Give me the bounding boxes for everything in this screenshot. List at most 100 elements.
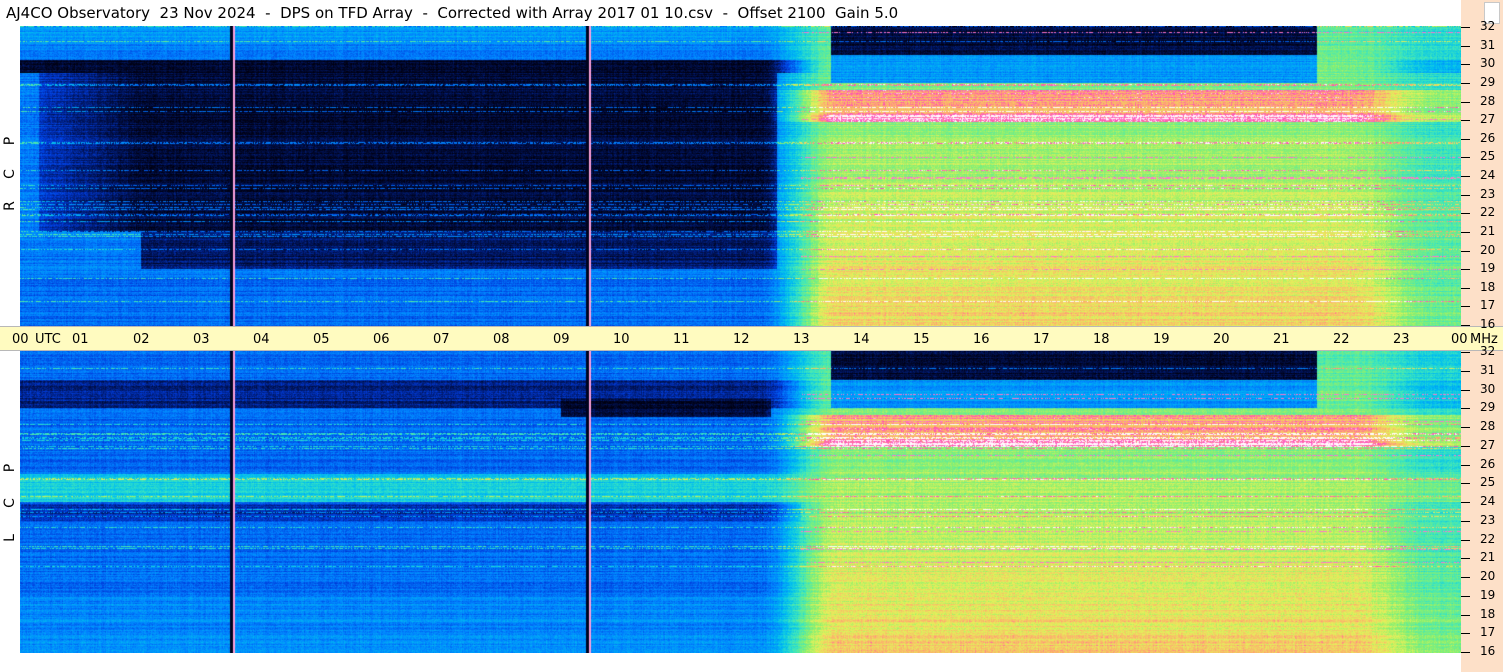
utc-time-axis: 00 UTC 01 02 03 04 05 06 07 08 09 10 11 … bbox=[0, 326, 1503, 351]
rcp-freq-tick-label: 24 bbox=[1480, 168, 1496, 182]
lcp-freq-tick bbox=[1461, 540, 1470, 541]
title-bar: AJ4CO Observatory 23 Nov 2024 - DPS on T… bbox=[0, 0, 1461, 27]
rcp-freq-tick-label: 17 bbox=[1480, 298, 1496, 312]
rcp-freq-tick-label: 25 bbox=[1480, 149, 1496, 163]
time-tick-label: 01 bbox=[72, 332, 89, 347]
lcp-freq-tick bbox=[1461, 465, 1470, 466]
lcp-freq-tick-label: 18 bbox=[1480, 607, 1496, 621]
rcp-freq-tick-label: 32 bbox=[1480, 19, 1496, 33]
lcp-freq-tick-label: 19 bbox=[1480, 588, 1496, 602]
lcp-letter-c: C bbox=[2, 498, 18, 508]
rcp-letter-c: C bbox=[2, 169, 18, 179]
rcp-freq-tick bbox=[1461, 232, 1470, 233]
time-tick-label: 13 bbox=[793, 332, 810, 347]
rcp-spectrogram bbox=[20, 26, 1461, 326]
rcp-freq-tick bbox=[1461, 306, 1470, 307]
rcp-freq-tick bbox=[1461, 176, 1470, 177]
rcp-freq-tick bbox=[1461, 27, 1470, 28]
rcp-freq-tick bbox=[1461, 46, 1470, 47]
lcp-freq-tick-label: 16 bbox=[1480, 644, 1496, 658]
rcp-freq-tick-label: 18 bbox=[1480, 280, 1496, 294]
lcp-freq-tick-label: 30 bbox=[1480, 382, 1496, 396]
rcp-freq-tick bbox=[1461, 139, 1470, 140]
rcp-freq-tick bbox=[1461, 269, 1470, 270]
rcp-freq-tick-label: 27 bbox=[1480, 112, 1496, 126]
rcp-freq-tick-label: 26 bbox=[1480, 131, 1496, 145]
rcp-freq-tick-label: 23 bbox=[1480, 187, 1496, 201]
rcp-freq-tick bbox=[1461, 325, 1470, 326]
lcp-freq-tick-label: 24 bbox=[1480, 494, 1496, 508]
time-tick-label: 18 bbox=[1093, 332, 1110, 347]
page-title: AJ4CO Observatory 23 Nov 2024 - DPS on T… bbox=[6, 4, 899, 22]
lcp-freq-tick-label: 23 bbox=[1480, 513, 1496, 527]
rcp-freq-tick bbox=[1461, 251, 1470, 252]
rcp-freq-tick bbox=[1461, 64, 1470, 65]
lcp-freq-tick-label: 32 bbox=[1480, 344, 1496, 358]
lcp-freq-tick bbox=[1461, 633, 1470, 634]
time-tick-label: 12 bbox=[733, 332, 750, 347]
time-tick-label: 00 bbox=[12, 332, 29, 347]
lcp-freq-tick-label: 22 bbox=[1480, 532, 1496, 546]
lcp-freq-tick bbox=[1461, 615, 1470, 616]
lcp-freq-tick-label: 21 bbox=[1480, 550, 1496, 564]
lcp-freq-tick bbox=[1461, 427, 1470, 428]
time-tick-label: 07 bbox=[433, 332, 450, 347]
lcp-letter-p: P bbox=[2, 463, 18, 473]
time-tick-label: 15 bbox=[913, 332, 930, 347]
time-tick-label: 23 bbox=[1393, 332, 1410, 347]
lcp-freq-tick-label: 20 bbox=[1480, 569, 1496, 583]
time-tick-label: 14 bbox=[853, 332, 870, 347]
rcp-freq-tick bbox=[1461, 213, 1470, 214]
rcp-freq-tick-label: 22 bbox=[1480, 205, 1496, 219]
lcp-freq-tick-label: 27 bbox=[1480, 438, 1496, 452]
lcp-spectrogram bbox=[20, 351, 1461, 653]
rcp-freq-tick bbox=[1461, 157, 1470, 158]
rcp-freq-tick bbox=[1461, 195, 1470, 196]
lcp-freq-tick bbox=[1461, 371, 1470, 372]
lcp-freq-tick-label: 31 bbox=[1480, 363, 1496, 377]
rcp-freq-tick-label: 28 bbox=[1480, 94, 1496, 108]
rcp-letter-r: R bbox=[2, 201, 18, 211]
rcp-freq-tick bbox=[1461, 288, 1470, 289]
lcp-freq-tick-label: 26 bbox=[1480, 457, 1496, 471]
lcp-freq-tick bbox=[1461, 652, 1470, 653]
lcp-freq-tick bbox=[1461, 558, 1470, 559]
lcp-freq-tick bbox=[1461, 446, 1470, 447]
rcp-freq-tick-label: 19 bbox=[1480, 261, 1496, 275]
time-tick-label: 00 bbox=[1451, 332, 1468, 347]
lcp-freq-tick-label: 29 bbox=[1480, 400, 1496, 414]
lcp-freq-tick bbox=[1461, 352, 1470, 353]
time-tick-label: 22 bbox=[1333, 332, 1350, 347]
time-tick-label: 10 bbox=[613, 332, 630, 347]
time-tick-label: 16 bbox=[973, 332, 990, 347]
lcp-freq-tick-label: 28 bbox=[1480, 419, 1496, 433]
time-tick-label: 08 bbox=[493, 332, 510, 347]
time-tick-label: 20 bbox=[1213, 332, 1230, 347]
rcp-freq-tick-label: 21 bbox=[1480, 224, 1496, 238]
rcp-freq-tick-label: 31 bbox=[1480, 38, 1496, 52]
bottom-margin bbox=[0, 653, 1461, 672]
lcp-freq-tick bbox=[1461, 596, 1470, 597]
time-tick-label: 05 bbox=[313, 332, 330, 347]
time-tick-label: 21 bbox=[1273, 332, 1290, 347]
time-tick-label: 09 bbox=[553, 332, 570, 347]
rcp-freq-tick-label: 30 bbox=[1480, 56, 1496, 70]
rcp-freq-tick bbox=[1461, 120, 1470, 121]
time-tick-label: 06 bbox=[373, 332, 390, 347]
rcp-freq-tick-label: 16 bbox=[1480, 317, 1496, 331]
rcp-letter-p: P bbox=[2, 136, 18, 146]
lcp-freq-tick bbox=[1461, 390, 1470, 391]
lcp-freq-tick bbox=[1461, 483, 1470, 484]
rcp-freq-tick bbox=[1461, 83, 1470, 84]
time-tick-label: 02 bbox=[133, 332, 150, 347]
lcp-freq-tick bbox=[1461, 408, 1470, 409]
time-axis-unit: UTC bbox=[35, 332, 61, 347]
rcp-freq-tick-label: 20 bbox=[1480, 243, 1496, 257]
lcp-letter-l: L bbox=[2, 534, 18, 542]
time-tick-label: 17 bbox=[1033, 332, 1050, 347]
lcp-freq-tick-label: 17 bbox=[1480, 625, 1496, 639]
time-tick-label: 03 bbox=[193, 332, 210, 347]
rcp-freq-tick-label: 29 bbox=[1480, 75, 1496, 89]
lcp-freq-tick bbox=[1461, 502, 1470, 503]
time-tick-label: 11 bbox=[673, 332, 690, 347]
